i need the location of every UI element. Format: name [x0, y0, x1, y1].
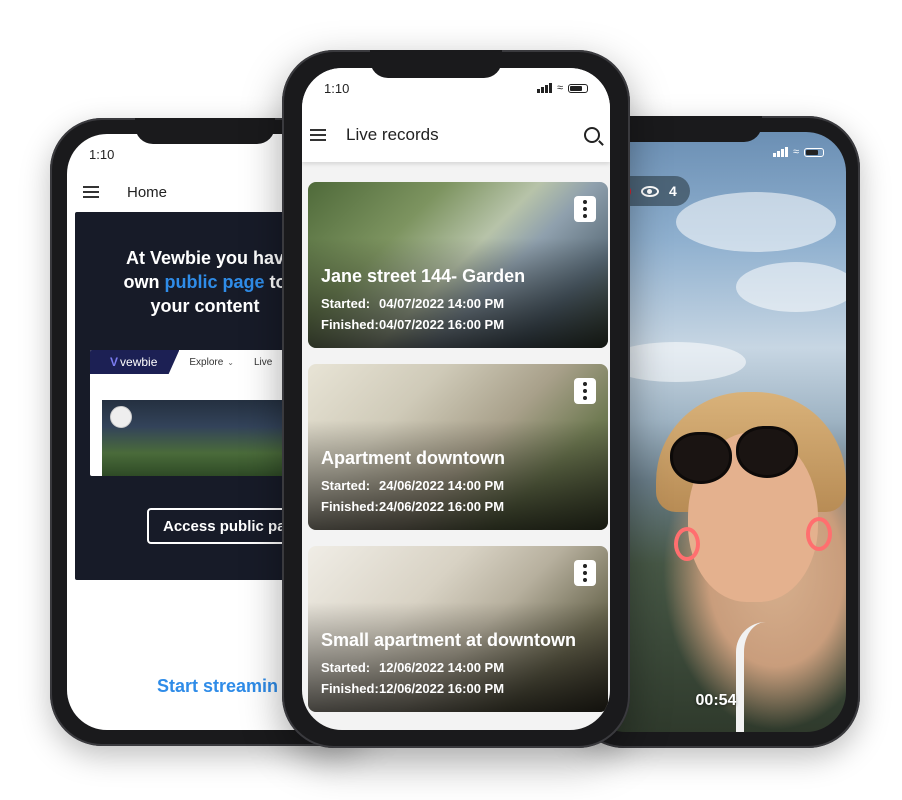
notch	[135, 118, 275, 144]
baseball-icon	[110, 406, 132, 428]
notch	[612, 116, 762, 142]
notch	[370, 50, 502, 78]
center-phone: 1:10 ≈ Live records Jane street 144- Gar…	[282, 50, 630, 748]
record-title: Small apartment at downtown	[321, 630, 577, 650]
record-started: Started: 04/07/2022 14:00 PM	[321, 296, 504, 311]
started-value: 24/06/2022 14:00 PM	[379, 478, 505, 493]
chevron-down-icon: ⌄	[227, 357, 234, 367]
vewbie-logo-text: vewbie	[120, 355, 158, 369]
status-time: 1:10	[89, 146, 115, 162]
record-started: Started: 24/06/2022 14:00 PM	[321, 478, 504, 493]
more-options-icon[interactable]	[574, 378, 596, 404]
signal-icon	[772, 147, 788, 157]
started-label: Started:	[321, 660, 371, 675]
preview-live: Live	[253, 356, 273, 368]
cloud	[736, 262, 846, 312]
started-value: 04/07/2022 14:00 PM	[379, 296, 505, 311]
record-title: Jane street 144- Garden	[321, 266, 526, 286]
status-icons: ≈	[772, 146, 824, 158]
status-time: 1:10	[324, 80, 350, 96]
more-options-icon[interactable]	[574, 560, 596, 586]
preview-explore: Explore	[189, 356, 224, 368]
finished-value: 24/06/2022 16:00 PM	[379, 499, 505, 514]
app-bar-title: Home	[127, 183, 168, 201]
hamburger-menu-icon[interactable]	[83, 186, 99, 198]
record-title: Apartment downtown	[321, 448, 505, 468]
finished-label: Finished:	[321, 681, 379, 696]
record-started: Started: 12/06/2022 14:00 PM	[321, 660, 504, 675]
vewbie-logo: Vvewbie	[90, 350, 180, 374]
finished-label: Finished:	[321, 317, 379, 332]
record-card[interactable]: Apartment downtown Started: 24/06/2022 14…	[308, 364, 608, 530]
finished-value: 04/07/2022 16:00 PM	[379, 317, 505, 332]
started-value: 12/06/2022 14:00 PM	[379, 660, 505, 675]
wifi-icon: ≈	[556, 82, 563, 94]
finished-value: 12/06/2022 16:00 PM	[379, 681, 505, 696]
record-card[interactable]: Small apartment at downtown Started: 12/0…	[308, 546, 608, 712]
battery-icon	[804, 147, 824, 157]
status-icons: ≈	[536, 82, 588, 94]
top-strap	[736, 622, 814, 732]
wifi-icon: ≈	[792, 146, 799, 158]
signal-icon	[536, 83, 552, 93]
sunglasses	[670, 426, 810, 492]
finished-label: Finished:	[321, 499, 379, 514]
record-finished: Finished: 24/06/2022 16:00 PM	[321, 499, 504, 514]
started-label: Started:	[321, 478, 371, 493]
promo-line-2-start: own	[123, 272, 165, 292]
eye-icon	[641, 185, 660, 197]
promo-highlight: public page	[164, 272, 265, 292]
live-records-screen: 1:10 ≈ Live records Jane street 144- Gar…	[302, 68, 610, 730]
earring	[806, 517, 832, 551]
search-icon[interactable]	[584, 127, 600, 143]
earring	[674, 527, 700, 561]
more-options-icon[interactable]	[574, 196, 596, 222]
record-card[interactable]: Jane street 144- Garden Started: 04/07/20…	[308, 182, 608, 348]
viewer-count: 4	[669, 183, 677, 199]
started-label: Started:	[321, 296, 371, 311]
page-title: Live records	[346, 125, 439, 144]
app-bar: Live records	[302, 108, 610, 162]
start-streaming-link[interactable]: Start streamin	[157, 676, 278, 697]
record-finished: Finished: 04/07/2022 16:00 PM	[321, 317, 504, 332]
hamburger-menu-icon[interactable]	[310, 129, 326, 141]
battery-icon	[568, 83, 588, 93]
record-finished: Finished: 12/06/2022 16:00 PM	[321, 681, 504, 696]
cloud	[676, 192, 836, 252]
sunglasses-lens	[736, 426, 798, 478]
sunglasses-lens	[670, 432, 732, 484]
